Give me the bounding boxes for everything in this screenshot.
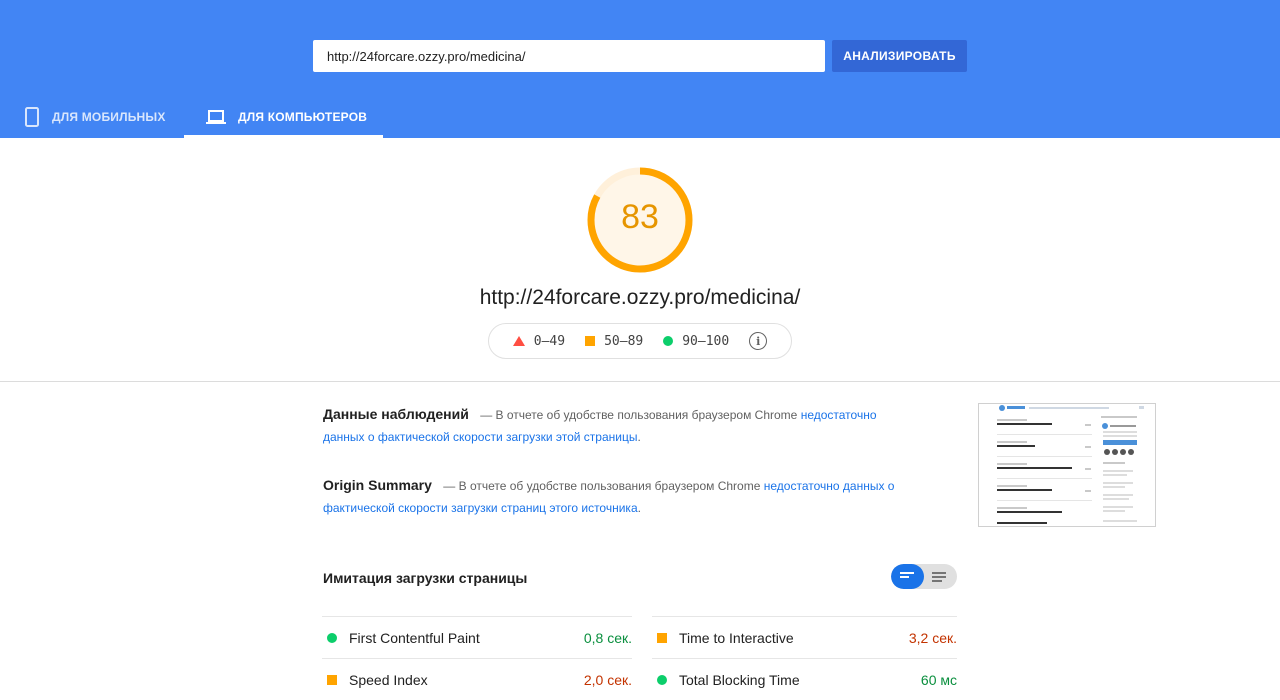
view-toggle[interactable] (891, 564, 957, 589)
page-screenshot-thumbnail (978, 403, 1156, 527)
tab-mobile-label: ДЛЯ МОБИЛЬНЫХ (52, 110, 166, 124)
origin-summary-end: . (637, 501, 641, 515)
metric-label: Time to Interactive (679, 629, 794, 646)
metric-tti: Time to Interactive 3,2 сек. (652, 616, 957, 658)
triangle-icon (512, 336, 525, 346)
legend-pass: 90–100 (663, 334, 729, 349)
metric-value: 2,0 сек. (583, 671, 632, 688)
legend-fail: 0–49 (512, 333, 566, 349)
url-input[interactable] (313, 40, 825, 72)
average-square-icon (657, 632, 667, 643)
pass-circle-icon (657, 674, 667, 685)
field-data-section: Данные наблюдений — В отчете об удобстве… (323, 403, 913, 448)
metric-speed-index: Speed Index 2,0 сек. (322, 658, 632, 700)
expanded-list-icon[interactable] (932, 572, 946, 584)
lab-data-title: Имитация загрузки страницы (323, 570, 528, 586)
compact-list-icon (900, 572, 914, 580)
field-data-end: . (637, 430, 641, 444)
metric-value: 60 мс (920, 671, 957, 688)
analyze-button[interactable]: АНАЛИЗИРОВАТЬ (832, 40, 967, 72)
tab-mobile[interactable]: ДЛЯ МОБИЛЬНЫХ (24, 96, 166, 138)
field-data-title: Данные наблюдений (323, 406, 469, 422)
metric-fcp: First Contentful Paint 0,8 сек. (322, 616, 632, 658)
metric-label: Total Blocking Time (679, 671, 800, 688)
origin-summary-title: Origin Summary (323, 477, 432, 493)
score-legend: 0–49 50–89 90–100 i (488, 323, 792, 359)
legend-average-label: 50–89 (604, 333, 644, 349)
origin-summary-text: — В отчете об удобстве пользования брауз… (443, 479, 761, 493)
header-bar: АНАЛИЗИРОВАТЬ ДЛЯ МОБИЛЬНЫХ ДЛЯ КОМПЬЮТЕ… (0, 0, 1280, 138)
origin-summary-section: Origin Summary — В отчете об удобстве по… (323, 474, 915, 519)
tab-desktop-label: ДЛЯ КОМПЬЮТЕРОВ (238, 110, 368, 124)
info-icon[interactable]: i (749, 332, 768, 350)
circle-icon (663, 336, 674, 346)
field-data-text: — В отчете об удобстве пользования брауз… (480, 408, 798, 422)
section-divider (0, 381, 1280, 382)
laptop-icon (206, 109, 226, 125)
smartphone-icon (24, 107, 40, 127)
tab-desktop[interactable]: ДЛЯ КОМПЬЮТЕРОВ (184, 96, 383, 138)
metric-value: 3,2 сек. (908, 629, 957, 646)
toggle-compact-view[interactable] (891, 564, 924, 589)
legend-pass-label: 90–100 (682, 333, 730, 349)
analyzed-url: http://24forcare.ozzy.pro/medicina/ (479, 286, 801, 309)
pass-circle-icon (327, 632, 337, 643)
average-square-icon (327, 674, 337, 685)
metric-value: 0,8 сек. (583, 629, 632, 646)
legend-fail-label: 0–49 (533, 333, 566, 349)
metric-label: First Contentful Paint (349, 629, 480, 646)
square-icon (585, 336, 596, 346)
score-value: 83 (621, 198, 659, 236)
legend-average: 50–89 (585, 334, 643, 349)
metric-tbt: Total Blocking Time 60 мс (652, 658, 957, 700)
metric-label: Speed Index (349, 671, 428, 688)
